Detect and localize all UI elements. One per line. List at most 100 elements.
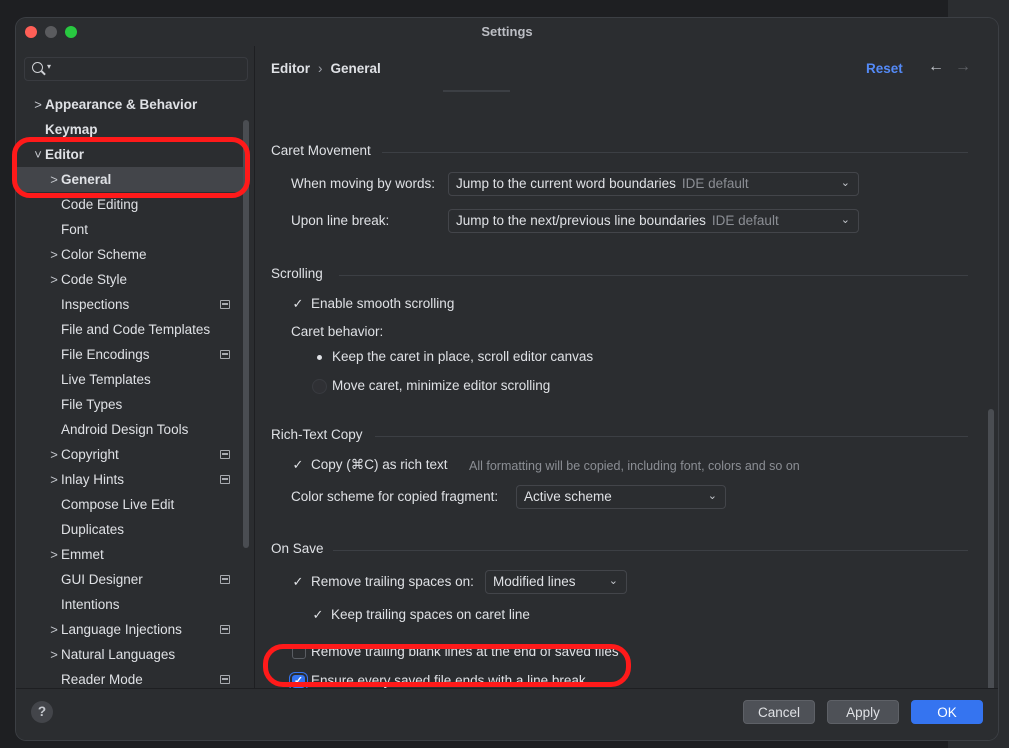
sidebar-item-live-templates[interactable]: Live Templates [16,367,246,392]
chevron-right-icon[interactable]: > [48,642,60,667]
keep-trailing-spaces-label[interactable]: Keep trailing spaces on caret line [331,605,530,625]
chevron-down-icon: ⌄ [840,177,850,189]
ensure-line-break-checkbox[interactable]: ✓ [292,675,305,688]
sidebar-item-file-encodings[interactable]: File Encodings [16,342,246,367]
sidebar-item-label: Appearance & Behavior [45,97,198,112]
upon-line-break-default: IDE default [711,213,779,228]
smooth-scrolling-label[interactable]: Enable smooth scrolling [311,294,454,314]
project-settings-icon [220,575,230,584]
copy-rich-text-hint: All formatting will be copied, including… [469,459,800,473]
sidebar-item-intentions[interactable]: Intentions [16,592,246,617]
sidebar-item-label: Compose Live Edit [61,497,175,512]
search-input[interactable] [57,60,241,78]
content-scrollbar[interactable] [988,409,994,701]
color-scheme-copied-label: Color scheme for copied fragment: [291,489,499,504]
sidebar-item-file-and-code-templates[interactable]: File and Code Templates [16,317,246,342]
project-settings-icon [220,450,230,459]
sidebar-item-duplicates[interactable]: Duplicates [16,517,246,542]
on-save-title: On Save [271,541,324,556]
forward-arrow-icon[interactable]: → [955,58,971,76]
search-box[interactable]: ▾ [24,57,248,81]
sidebar-item-code-editing[interactable]: Code Editing [16,192,246,217]
keep-caret-label[interactable]: Keep the caret in place, scroll editor c… [332,347,593,367]
sidebar-item-label: Code Style [61,272,128,287]
remove-trailing-spaces-label[interactable]: Remove trailing spaces on: [311,572,474,592]
sidebar-item-inlay-hints[interactable]: > Inlay Hints [16,467,246,492]
color-scheme-copied-value: Active scheme [524,489,612,504]
sidebar-item-general[interactable]: > General [16,167,246,192]
chevron-right-icon[interactable]: > [48,167,60,192]
sidebar-item-copyright[interactable]: > Copyright [16,442,246,467]
sidebar-scrollbar[interactable] [243,120,249,548]
remove-blank-lines-checkbox[interactable] [292,645,306,659]
move-caret-label[interactable]: Move caret, minimize editor scrolling [332,376,550,396]
sidebar-item-keymap[interactable]: Keymap [16,117,246,142]
sidebar-item-compose-live-edit[interactable]: Compose Live Edit [16,492,246,517]
remove-trailing-spaces-checkbox[interactable]: ✓ [291,575,305,589]
chevron-down-icon: ⌄ [707,490,717,502]
sidebar-item-label: Color Scheme [61,247,147,262]
trailing-spaces-dropdown[interactable]: Modified lines ⌄ [485,570,627,594]
sidebar-item-label: Editor [45,147,84,162]
color-scheme-copied-dropdown[interactable]: Active scheme ⌄ [516,485,726,509]
dialog-footer: ? Cancel Apply OK [16,688,998,740]
breadcrumb-editor[interactable]: Editor [271,61,310,76]
sidebar-item-code-style[interactable]: > Code Style [16,267,246,292]
keep-trailing-spaces-checkbox[interactable]: ✓ [311,608,325,622]
title-bar: Settings [16,18,998,46]
remove-blank-lines-label[interactable]: Remove trailing blank lines at the end o… [311,642,619,662]
chevron-right-icon[interactable]: > [48,242,60,267]
settings-sidebar: ▾ > Appearance & Behavior Keymap ˅ Editor > Ge… [16,46,254,688]
moving-by-words-dropdown[interactable]: Jump to the current word boundaries IDE d… [448,172,859,196]
upon-line-break-dropdown[interactable]: Jump to the next/previous line boundarie… [448,209,859,233]
chevron-right-icon[interactable]: > [48,542,60,567]
project-settings-icon [220,475,230,484]
caret-movement-title: Caret Movement [271,143,371,158]
sidebar-item-emmet[interactable]: > Emmet [16,542,246,567]
move-caret-radio[interactable] [312,379,327,394]
smooth-scrolling-checkbox[interactable]: ✓ [291,297,305,311]
chevron-right-icon[interactable]: > [48,467,60,492]
help-icon[interactable]: ? [31,701,53,723]
settings-window: Settings ▾ > Appearance & Behavior Keymap ˅… [16,18,998,740]
chevron-right-icon[interactable]: > [32,92,44,117]
chevron-right-icon[interactable]: > [48,617,60,642]
sidebar-item-label: Inspections [61,297,130,312]
sidebar-item-gui-designer[interactable]: GUI Designer [16,567,246,592]
caret-behavior-label: Caret behavior: [291,324,384,339]
sidebar-item-label: Natural Languages [61,647,176,662]
sidebar-item-font[interactable]: Font [16,217,246,242]
reset-link[interactable]: Reset [866,61,903,76]
back-arrow-icon[interactable]: ← [928,58,944,76]
sidebar-item-label: Language Injections [61,622,182,637]
scrolling-separator [339,275,968,276]
sidebar-item-label: Intentions [61,597,120,612]
sidebar-item-label: Emmet [61,547,104,562]
sidebar-item-natural-languages[interactable]: > Natural Languages [16,642,246,667]
chevron-right-icon[interactable]: > [48,442,60,467]
sidebar-item-label: Copyright [61,447,119,462]
sidebar-item-inspections[interactable]: Inspections [16,292,246,317]
sidebar-item-label: Font [61,222,89,237]
sidebar-item-android-design-tools[interactable]: Android Design Tools [16,417,246,442]
scrolled-content-edge [443,90,510,92]
sidebar-item-color-scheme[interactable]: > Color Scheme [16,242,246,267]
sidebar-item-file-types[interactable]: File Types [16,392,246,417]
sidebar-item-label: GUI Designer [61,572,143,587]
copy-rich-text-checkbox[interactable]: ✓ [291,458,305,472]
cancel-button[interactable]: Cancel [743,700,815,724]
sidebar-item-appearance-behavior[interactable]: > Appearance & Behavior [16,92,246,117]
sidebar-item-language-injections[interactable]: > Language Injections [16,617,246,642]
project-settings-icon [220,300,230,309]
apply-button[interactable]: Apply [827,700,899,724]
breadcrumb: Editor › General [271,61,381,76]
project-settings-icon [220,350,230,359]
ok-button[interactable]: OK [911,700,983,724]
search-options-icon[interactable]: ▾ [47,62,51,71]
on-save-separator [333,550,968,551]
chevron-down-icon[interactable]: ˅ [32,142,44,167]
keep-caret-radio[interactable] [312,350,326,364]
sidebar-item-editor[interactable]: ˅ Editor [16,142,246,167]
copy-rich-text-label[interactable]: Copy (⌘C) as rich text [311,455,448,475]
chevron-right-icon[interactable]: > [48,267,60,292]
